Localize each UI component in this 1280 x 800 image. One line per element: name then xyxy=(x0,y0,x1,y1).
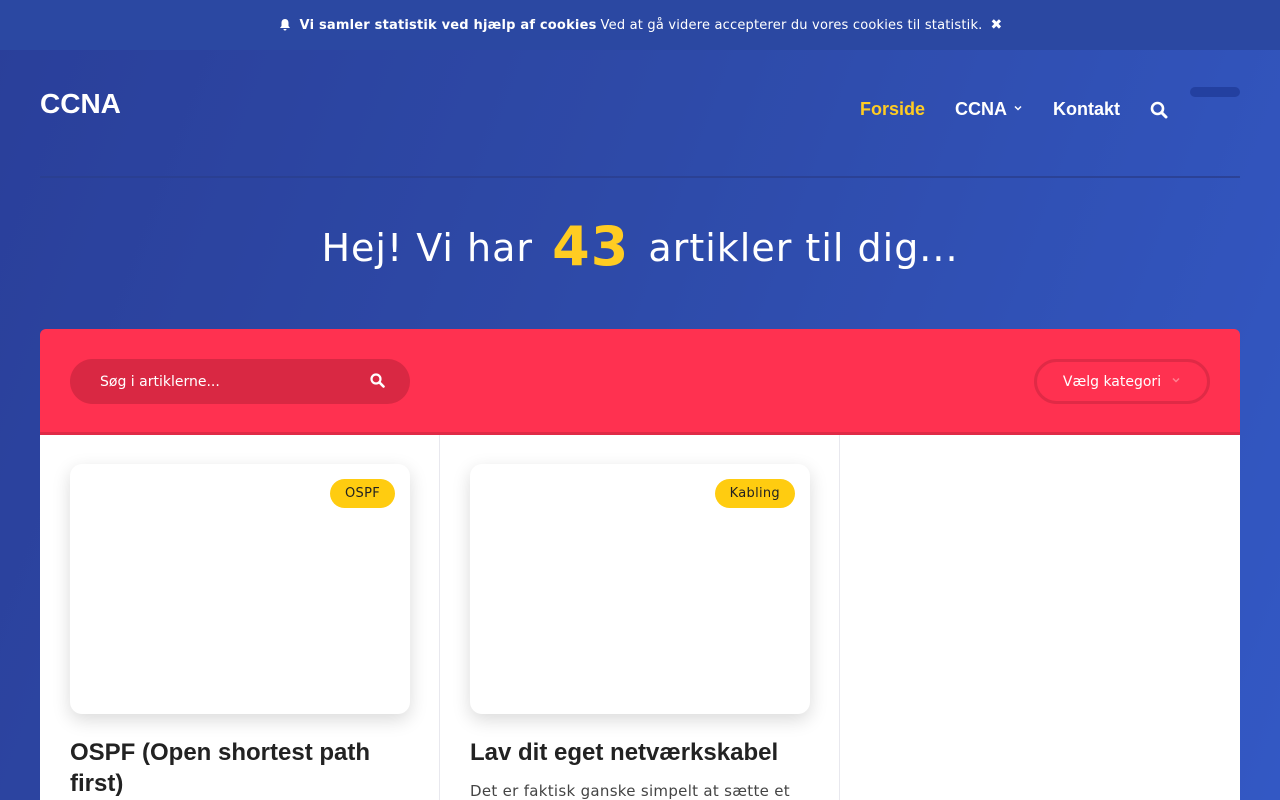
menu-toggle-button[interactable] xyxy=(1190,87,1240,97)
post-tag[interactable]: Kabling xyxy=(714,479,795,508)
header-divider xyxy=(40,176,1240,178)
column-divider xyxy=(839,435,840,800)
post-excerpt: Det er faktisk ganske simpelt at sætte e… xyxy=(470,782,790,800)
post-tag[interactable]: OSPF xyxy=(329,479,395,508)
search-icon[interactable] xyxy=(1150,101,1168,119)
category-select-label: Vælg kategori xyxy=(1062,373,1162,390)
nav-item-kontakt[interactable]: Kontakt xyxy=(1053,99,1120,120)
cookie-text: Ved at gå videre accepterer du vores coo… xyxy=(600,17,983,33)
posts-grid: OSPF OSPF (Open shortest path first) Kab… xyxy=(40,435,1240,800)
site-logo[interactable]: CCNA xyxy=(40,88,121,120)
post-card-image[interactable]: Kabling xyxy=(470,464,810,714)
close-icon[interactable]: ✖ xyxy=(991,17,1003,33)
post-title[interactable]: OSPF (Open shortest path first) xyxy=(70,737,410,799)
search-box xyxy=(70,359,410,404)
search-submit-icon[interactable] xyxy=(370,373,385,388)
hero-heading: Hej! Vi har 43 artikler til dig... xyxy=(0,215,1280,278)
chevron-down-icon xyxy=(1171,375,1181,388)
cookie-title: Vi samler statistik ved hjælp af cookies xyxy=(299,17,597,33)
main-nav: Forside CCNA Kontakt xyxy=(860,99,1168,120)
nav-item-ccna-label: CCNA xyxy=(955,99,1008,119)
hero-text-after: artikler til dig... xyxy=(648,226,959,270)
post-card-image[interactable]: OSPF xyxy=(70,464,410,714)
category-select[interactable]: Vælg kategori xyxy=(1034,359,1210,404)
chevron-down-icon xyxy=(1013,103,1023,116)
article-count: 43 xyxy=(552,215,630,278)
column-divider xyxy=(439,435,440,800)
nav-item-forside[interactable]: Forside xyxy=(860,99,925,120)
search-input[interactable] xyxy=(100,373,340,390)
post-title[interactable]: Lav dit eget netværkskabel xyxy=(470,737,810,768)
nav-item-ccna[interactable]: CCNA xyxy=(955,99,1023,120)
cookie-bar: Vi samler statistik ved hjælp af cookies… xyxy=(0,0,1280,50)
hero-text-before: Hej! Vi har xyxy=(321,226,534,270)
search-panel: Vælg kategori xyxy=(40,329,1240,435)
bell-icon xyxy=(278,18,292,32)
